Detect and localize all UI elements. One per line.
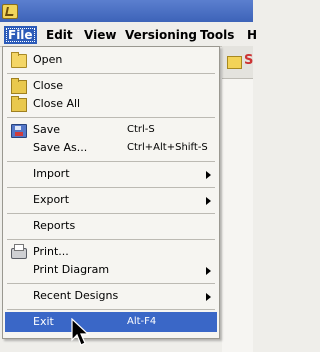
- workspace-background: [222, 79, 253, 352]
- menu-versioning[interactable]: Versioning: [121, 26, 201, 44]
- printer-icon: [11, 244, 27, 259]
- mouse-pointer-icon: [71, 318, 90, 346]
- menu-item-label: Save As...: [33, 141, 88, 154]
- submenu-arrow-icon: [206, 197, 211, 205]
- file-menu-popup: Open Close Close All Save Ctrl-S Save As…: [2, 46, 220, 339]
- menu-item-label: Close All: [33, 97, 81, 110]
- menu-item-label: Exit: [33, 315, 54, 328]
- save-disk-icon: [11, 124, 27, 138]
- window-title-bar: [0, 0, 253, 22]
- folder-icon: [11, 78, 27, 94]
- menu-edit[interactable]: Edit: [42, 26, 77, 44]
- menu-item-save-as[interactable]: Save As... Ctrl+Alt+Shift-S: [5, 138, 217, 158]
- shortcut-label: Alt-F4: [127, 316, 157, 327]
- menu-item-label: Import: [33, 167, 70, 180]
- menu-item-label: Export: [33, 193, 70, 206]
- menu-item-label: Save: [33, 123, 61, 136]
- shortcut-label: Ctrl+Alt+Shift-S: [127, 142, 208, 153]
- menu-item-label: Recent Designs: [33, 289, 119, 302]
- menu-item-label: Close: [33, 79, 63, 92]
- menu-item-label: Print...: [33, 245, 69, 258]
- menu-help[interactable]: H: [243, 26, 261, 44]
- menu-item-close[interactable]: Close: [5, 76, 217, 96]
- menu-item-label: Reports: [33, 219, 76, 232]
- menu-separator: [7, 309, 215, 310]
- submenu-arrow-icon: [206, 267, 211, 275]
- menu-item-reports[interactable]: Reports: [5, 216, 217, 236]
- folder-icon: [11, 96, 27, 112]
- menu-bar: File Edit View Versioning Tools H: [0, 22, 257, 47]
- app-icon: [2, 4, 18, 19]
- menu-file[interactable]: File: [4, 26, 37, 44]
- menu-separator: [7, 283, 215, 284]
- menu-separator: [7, 239, 215, 240]
- menu-separator: [7, 161, 215, 162]
- menu-item-import[interactable]: Import: [5, 164, 217, 184]
- menu-item-export[interactable]: Export: [5, 190, 217, 210]
- menu-tools[interactable]: Tools: [196, 26, 238, 44]
- menu-separator: [7, 73, 215, 74]
- menu-item-save[interactable]: Save Ctrl-S: [5, 120, 217, 140]
- menu-view[interactable]: View: [80, 26, 120, 44]
- toolbar: S: [222, 46, 253, 79]
- menu-separator: [7, 213, 215, 214]
- toolbar-partial-button[interactable]: S: [244, 54, 253, 68]
- folder-open-icon: [11, 52, 27, 68]
- menu-item-label: Open: [33, 53, 63, 66]
- menu-item-label: Print Diagram: [33, 263, 110, 276]
- submenu-arrow-icon: [206, 171, 211, 179]
- menu-item-print[interactable]: Print...: [5, 242, 217, 262]
- menu-item-open[interactable]: Open: [5, 50, 217, 70]
- menu-item-recent-designs[interactable]: Recent Designs: [5, 286, 217, 306]
- menu-item-close-all[interactable]: Close All: [5, 94, 217, 114]
- menu-item-exit[interactable]: Exit Alt-F4: [5, 312, 217, 332]
- menu-separator: [7, 117, 215, 118]
- folder-icon[interactable]: [227, 56, 242, 69]
- shortcut-label: Ctrl-S: [127, 124, 155, 135]
- menu-item-print-diagram[interactable]: Print Diagram: [5, 260, 217, 280]
- submenu-arrow-icon: [206, 293, 211, 301]
- menu-separator: [7, 187, 215, 188]
